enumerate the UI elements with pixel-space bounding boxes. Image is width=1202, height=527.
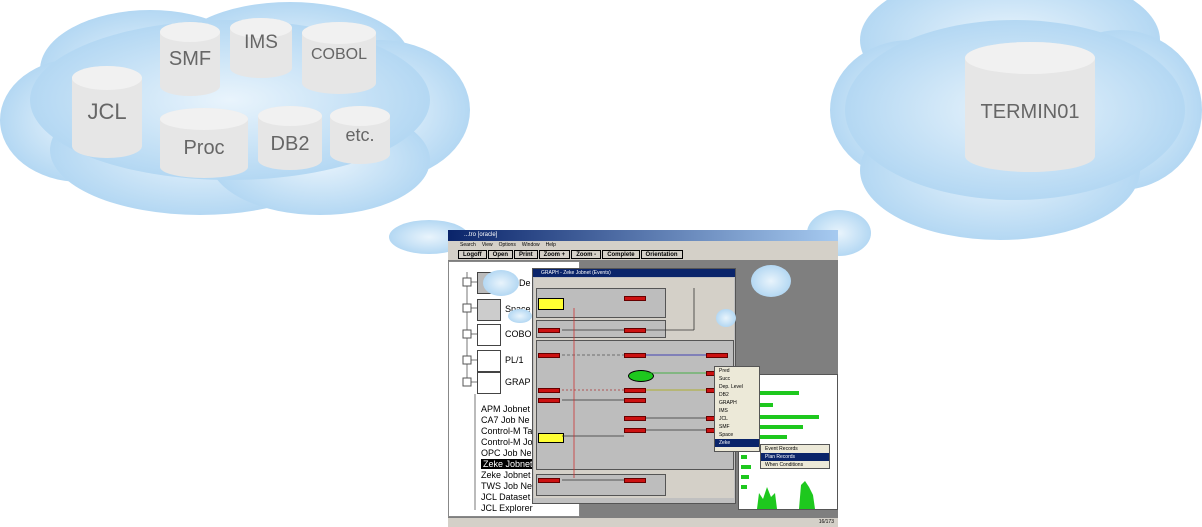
dataset-label: JCL [87, 99, 127, 124]
dataset-cylinder-jcl: JCL [72, 66, 142, 158]
print-button[interactable]: Print [514, 250, 538, 259]
dataset-label: TERMIN01 [980, 100, 1080, 123]
dataset-label: etc. [345, 124, 375, 145]
context-menu-item-zeke[interactable]: Zeke [715, 439, 759, 447]
small-cloud-overlay [751, 265, 791, 297]
tree-leaf[interactable]: APM Jobnet [481, 404, 530, 414]
dataset-cylinder-ims: IMS [230, 18, 292, 78]
menu-view[interactable]: View [482, 241, 493, 250]
open-button[interactable]: Open [487, 250, 513, 259]
document-icon [477, 324, 501, 346]
menu-search[interactable]: Search [460, 241, 476, 250]
graph-window: GRAPH - Zeke Jobnet (Events) [532, 268, 736, 504]
tree-leaf[interactable]: JCL Explorer [481, 503, 533, 513]
zoom-out-button[interactable]: Zoom - [571, 250, 602, 259]
zoom-in-button[interactable]: Zoom + [538, 250, 571, 259]
small-cloud-overlay [508, 309, 532, 323]
tree-leaf[interactable]: TWS Job Ne [481, 481, 532, 491]
document-icon [477, 350, 501, 372]
dataset-cylinder-etc: etc. [330, 106, 390, 164]
complete-button[interactable]: Complete [602, 250, 640, 259]
dataset-cylinder-termin01: TERMIN01 [965, 42, 1095, 172]
dataset-cylinder-db2: DB2 [258, 106, 322, 170]
menu-help[interactable]: Help [546, 241, 556, 250]
app-title-bar: ...tro [oracle] [448, 230, 838, 241]
small-cloud-overlay [483, 270, 519, 296]
dataset-cylinder-cobol: COBOL [302, 22, 376, 94]
dataset-label: SMF [168, 47, 212, 70]
logoff-button[interactable]: Logoff [458, 250, 487, 259]
tree-leaf[interactable]: CA7 Job Ne [481, 415, 530, 425]
context-menu-item[interactable]: JCL [715, 415, 759, 423]
dataset-cylinder-proc: Proc [160, 108, 248, 178]
dependency-lines [562, 288, 706, 481]
menu-bar: Search View Options Window Help [448, 241, 838, 250]
toolbar: Logoff Open Print Zoom + Zoom - Complete… [448, 250, 838, 260]
jobnet-canvas [534, 278, 734, 498]
tree-leaf[interactable]: Control-M Ta [481, 426, 532, 436]
context-menu: Pred Succ Dep. Level DB2 GRAPH IMS JCL S… [714, 366, 760, 452]
small-cloud-overlay [716, 309, 736, 327]
context-menu-item[interactable]: Space [715, 431, 759, 439]
orientation-button[interactable]: Orientation [640, 250, 683, 259]
tree-node[interactable]: COBO [505, 329, 532, 339]
context-menu-item[interactable]: DB2 [715, 391, 759, 399]
dataset-label: DB2 [270, 132, 310, 155]
context-menu-item[interactable]: Pred [715, 367, 759, 375]
menu-window[interactable]: Window [522, 241, 540, 250]
dataset-label: Proc [183, 136, 225, 159]
dataset-label: IMS [244, 32, 278, 53]
status-bar: 16/173 [448, 518, 838, 527]
graph-window-title: GRAPH - Zeke Jobnet (Events) [533, 269, 735, 277]
context-menu-item[interactable]: GRAPH [715, 399, 759, 407]
context-menu-item[interactable]: Dep. Level [715, 383, 759, 391]
submenu-item-plan-records[interactable]: Plan Records [761, 453, 829, 461]
tree-leaf[interactable]: JCL Dataset [481, 492, 530, 502]
menu-options[interactable]: Options [499, 241, 516, 250]
zeke-submenu: Event Records Plan Records When Conditio… [760, 444, 830, 469]
tree-leaf[interactable]: OPC Job Ne [481, 448, 532, 458]
tree-node[interactable]: De [519, 278, 531, 288]
tree-leaf[interactable]: Control-M Jo [481, 437, 533, 447]
tree-leaf-selected[interactable]: Zeke Jobnet [481, 459, 535, 469]
tree-node[interactable]: PL/1 [505, 355, 524, 365]
tree-node[interactable]: GRAP [505, 377, 531, 387]
dataset-label: COBOL [310, 46, 367, 63]
drive-icon [477, 299, 501, 321]
context-menu-item[interactable]: SMF [715, 423, 759, 431]
dataset-cylinder-smf: SMF [160, 22, 220, 96]
submenu-item[interactable]: Event Records [761, 445, 829, 453]
tree-leaf[interactable]: Zeke Jobnet [481, 470, 531, 480]
context-menu-item[interactable]: IMS [715, 407, 759, 415]
context-menu-item[interactable]: Succ [715, 375, 759, 383]
submenu-item[interactable]: When Conditions [761, 461, 829, 469]
graph-icon [477, 372, 501, 394]
